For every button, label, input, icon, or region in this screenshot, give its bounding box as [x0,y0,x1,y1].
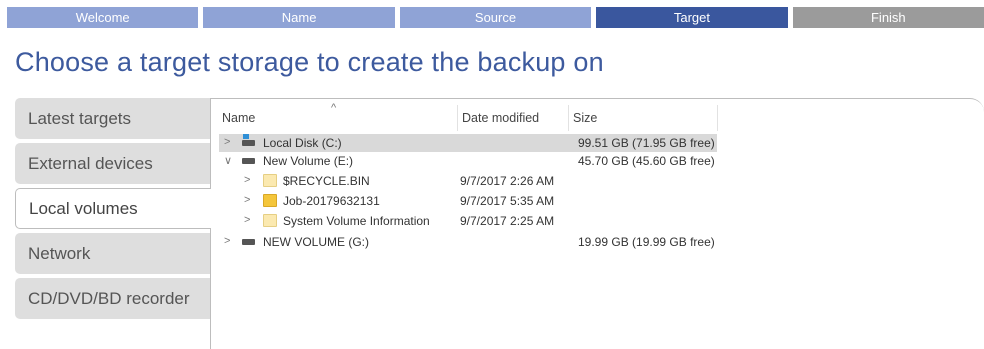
row-date: 9/7/2017 2:26 AM [460,174,555,188]
chevron-down-icon[interactable]: ∨ [224,154,232,167]
row-name: System Volume Information [283,214,430,228]
table-row[interactable]: > Job-20179632131 9/7/2017 5:35 AM [219,192,717,210]
row-size: 45.70 GB (45.60 GB free) [578,154,715,168]
wizard-steps: Welcome Name Source Target Finish [7,7,984,28]
table-row[interactable]: > NEW VOLUME (G:) 19.99 GB (19.99 GB fre… [219,233,717,251]
step-name[interactable]: Name [203,7,395,28]
row-name: Job-20179632131 [283,194,380,208]
page-title: Choose a target storage to create the ba… [15,47,604,77]
column-separator[interactable] [568,105,569,131]
nav-item-cd-dvd-bd-recorder[interactable]: CD/DVD/BD recorder [15,278,211,319]
chevron-right-icon[interactable]: > [244,214,250,226]
row-name: $RECYCLE.BIN [283,174,370,188]
chevron-right-icon[interactable]: > [244,194,250,206]
chevron-right-icon[interactable]: > [224,235,230,247]
step-target[interactable]: Target [596,7,788,28]
folder-icon [263,174,277,187]
table-row[interactable]: > System Volume Information 9/7/2017 2:2… [219,212,717,230]
column-header-name[interactable]: Name [222,111,255,125]
chevron-right-icon[interactable]: > [224,136,230,148]
row-name: New Volume (E:) [263,154,354,168]
table-row[interactable]: > $RECYCLE.BIN 9/7/2017 2:26 AM [219,172,717,190]
step-source[interactable]: Source [399,7,592,28]
table-row[interactable]: > Local Disk (C:) 99.51 GB (71.95 GB fre… [219,134,717,152]
nav-item-external-devices[interactable]: External devices [15,143,211,184]
table-row[interactable]: ∨ New Volume (E:) 45.70 GB (45.60 GB fre… [219,152,717,170]
drive-icon [242,158,255,164]
column-header-size[interactable]: Size [573,111,597,125]
chevron-right-icon[interactable]: > [244,174,250,186]
nav-item-network[interactable]: Network [15,233,211,274]
system-drive-icon [242,134,255,146]
step-welcome[interactable]: Welcome [7,7,199,28]
row-size: 99.51 GB (71.95 GB free) [578,136,715,150]
folder-icon [263,194,277,207]
row-date: 9/7/2017 2:25 AM [460,214,555,228]
folder-icon [263,214,277,227]
column-separator[interactable] [717,105,718,131]
nav-item-latest-targets[interactable]: Latest targets [15,98,211,139]
column-header-date-modified[interactable]: Date modified [462,111,539,125]
row-size: 19.99 GB (19.99 GB free) [578,235,715,249]
volume-browser: ^ Name Date modified Size > Local Disk (… [210,98,984,349]
sort-ascending-icon: ^ [331,102,337,114]
row-name: NEW VOLUME (G:) [263,235,370,249]
column-separator[interactable] [457,105,458,131]
row-name: Local Disk (C:) [263,136,342,150]
nav-item-local-volumes[interactable]: Local volumes [15,188,211,229]
drive-icon [242,239,255,245]
row-date: 9/7/2017 5:35 AM [460,194,555,208]
step-finish[interactable]: Finish [792,7,984,28]
